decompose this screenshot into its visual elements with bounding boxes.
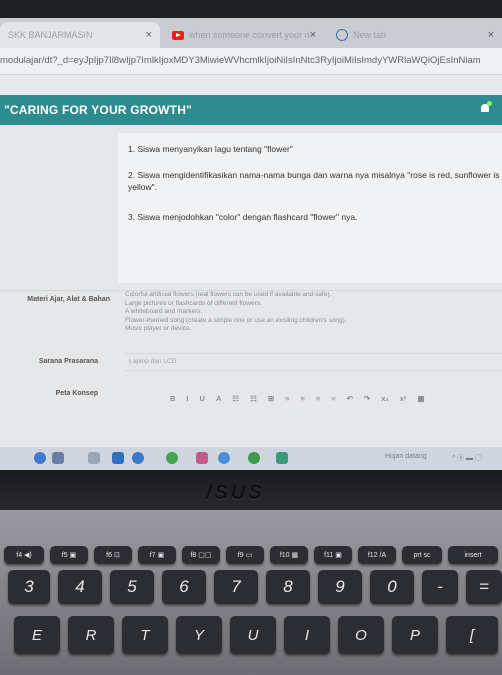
chrome-icon[interactable] — [248, 452, 260, 464]
bullet-list-icon[interactable]: ☷ — [232, 394, 239, 403]
keyboard-key[interactable]: - — [422, 570, 458, 604]
align-justify-icon[interactable]: ≡ — [331, 394, 335, 403]
close-tab-icon[interactable]: × — [146, 29, 152, 41]
materi-field[interactable]: Colorful artificial flowers (real flower… — [125, 291, 502, 345]
keyboard-key[interactable]: 3 — [8, 570, 50, 604]
file-explorer-icon[interactable] — [112, 452, 124, 464]
font-color-button[interactable]: A — [216, 394, 221, 403]
search-icon[interactable] — [52, 452, 64, 464]
keyboard-key[interactable]: 4 — [58, 570, 102, 604]
keyboard-key[interactable]: 9 — [318, 570, 362, 604]
materi-line: Large pictures or flashcards of differen… — [125, 299, 262, 307]
tab-skk-banjarmasin[interactable]: SKK BANJARMASIN × — [0, 22, 160, 48]
superscript-button[interactable]: x² — [400, 394, 407, 403]
keyboard-key[interactable]: f7 ▣ — [138, 546, 176, 564]
windows-taskbar: Hujan datang ^ ⓔ ▬ ◯ — [0, 447, 502, 470]
close-tab-icon[interactable]: × — [310, 29, 316, 41]
objective-item: 1. Siswa menyanyikan lagu tentang "flowe… — [128, 144, 293, 154]
peta-label: Peta Konsep — [55, 390, 98, 397]
table-icon[interactable]: ⊞ — [268, 394, 274, 403]
keyboard-key[interactable]: f5 ▣ — [50, 546, 88, 564]
objective-item: 3. Siswa menjodohkan "color" dengan flas… — [128, 212, 358, 222]
keyboard-key[interactable]: 8 — [266, 570, 310, 604]
align-right-icon[interactable]: ≡ — [316, 394, 320, 403]
keyboard-deck: f4 ◀) f5 ▣ f6 ⊡ f7 ▣ f8 ▢▢ f9 ▭ f10 ▦ f1… — [0, 510, 502, 675]
objective-item: 2. Siswa mengidentifikasikan nama-nama b… — [128, 170, 500, 192]
numbered-list-icon[interactable]: ☷ — [250, 394, 257, 403]
keyboard-key[interactable]: R — [68, 616, 114, 654]
globe-icon — [336, 29, 348, 41]
sarana-label: Sarana Prasarana — [38, 358, 98, 365]
start-icon[interactable] — [34, 452, 46, 464]
keyboard-key[interactable]: f12 /A — [358, 546, 396, 564]
weather-widget[interactable]: Hujan datang — [385, 453, 427, 460]
page-title: "CARING FOR YOUR GROWTH" — [4, 103, 192, 117]
tab-label: when someone convert your n — [189, 30, 310, 40]
youtube-icon — [172, 30, 184, 40]
subscript-button[interactable]: x₂ — [381, 394, 389, 403]
laptop-screen: SKK BANJARMASIN × when someone convert y… — [0, 18, 502, 470]
sarana-value: Laptop dan LCD — [129, 358, 177, 365]
store-icon[interactable] — [196, 452, 208, 464]
underline-button[interactable]: U — [200, 394, 205, 403]
chrome-icon[interactable] — [166, 452, 178, 464]
redo-icon[interactable]: ↷ — [364, 394, 370, 403]
materi-line: Colorful artificial flowers (real flower… — [125, 291, 332, 298]
editor-toolbar: B I U A ☷ ☷ ⊞ ≡ ≡ ≡ ≡ ↶ ↷ x₂ x² ▦ — [170, 391, 502, 405]
keyboard-key[interactable]: 7 — [214, 570, 258, 604]
edge-icon[interactable] — [132, 452, 144, 464]
keyboard-key[interactable]: f9 ▭ — [226, 546, 264, 564]
keyboard-key[interactable]: f8 ▢▢ — [182, 546, 220, 564]
keyboard-key[interactable]: U — [230, 616, 276, 654]
keyboard-key[interactable]: Y — [176, 616, 222, 654]
keyboard-key[interactable]: O — [338, 616, 384, 654]
keyboard-key[interactable]: insert — [448, 546, 498, 564]
notification-bell-icon[interactable] — [480, 101, 492, 115]
tab-youtube[interactable]: when someone convert your n × — [164, 22, 324, 48]
keyboard-key[interactable]: f4 ◀) — [4, 546, 44, 564]
keyboard-key[interactable]: [ — [446, 616, 498, 654]
tab-label: New tab — [353, 30, 387, 40]
materi-label: Materi Ajar, Alat & Bahan — [27, 296, 110, 303]
close-tab-icon[interactable]: × — [488, 29, 494, 41]
objectives-box[interactable]: 1. Siswa menyanyikan lagu tentang "flowe… — [118, 133, 502, 283]
keyboard-key[interactable]: prt sc — [402, 546, 442, 564]
browser-tab-strip: SKK BANJARMASIN × when someone convert y… — [0, 18, 502, 48]
keyboard-key[interactable]: = — [466, 570, 502, 604]
url-text[interactable]: modulajar/dt?_d=eyJpIjp7Il8wIjp7ImlkIjox… — [0, 55, 502, 66]
keyboard-key[interactable]: f10 ▦ — [270, 546, 308, 564]
lesson-plan-content: 1. Siswa menyanyikan lagu tentang "flowe… — [0, 125, 502, 470]
keyboard-key[interactable]: T — [122, 616, 168, 654]
materi-line: Flower-themed song (create a simple one … — [125, 316, 347, 324]
keyboard-key[interactable]: f6 ⊡ — [94, 546, 132, 564]
address-bar[interactable]: modulajar/dt?_d=eyJpIjp7Il8wIjp7ImlkIjox… — [0, 48, 502, 75]
sarana-field[interactable]: Laptop dan LCD — [125, 353, 502, 371]
app-icon[interactable] — [276, 452, 288, 464]
align-left-icon[interactable]: ≡ — [285, 394, 289, 403]
keyboard-key[interactable]: 0 — [370, 570, 414, 604]
keyboard-key[interactable]: I — [284, 616, 330, 654]
notification-dot — [487, 101, 492, 106]
insert-table-icon[interactable]: ▦ — [417, 394, 424, 403]
task-view-icon[interactable] — [88, 452, 100, 464]
materi-line: A whiteboard and markers. — [125, 308, 203, 315]
system-tray[interactable]: ^ ⓔ ▬ ◯ — [452, 453, 482, 463]
keyboard-key[interactable]: 6 — [162, 570, 206, 604]
keyboard-key[interactable]: E — [14, 616, 60, 654]
materi-line: Music player or device. — [125, 325, 192, 332]
keyboard-key[interactable]: 5 — [110, 570, 154, 604]
undo-icon[interactable]: ↶ — [347, 394, 353, 403]
app-icon[interactable] — [218, 452, 230, 464]
tab-new-tab[interactable]: New tab × — [328, 22, 502, 48]
tab-label: SKK BANJARMASIN — [8, 30, 93, 40]
app-header: "CARING FOR YOUR GROWTH" — [0, 95, 502, 125]
keyboard-key[interactable]: f11 ▣ — [314, 546, 352, 564]
keyboard-key[interactable]: P — [392, 616, 438, 654]
italic-button[interactable]: I — [186, 394, 188, 403]
photo-frame: SKK BANJARMASIN × when someone convert y… — [0, 0, 502, 675]
bold-button[interactable]: B — [170, 394, 175, 403]
brand-logo: /SUS — [206, 482, 265, 504]
align-center-icon[interactable]: ≡ — [301, 394, 305, 403]
